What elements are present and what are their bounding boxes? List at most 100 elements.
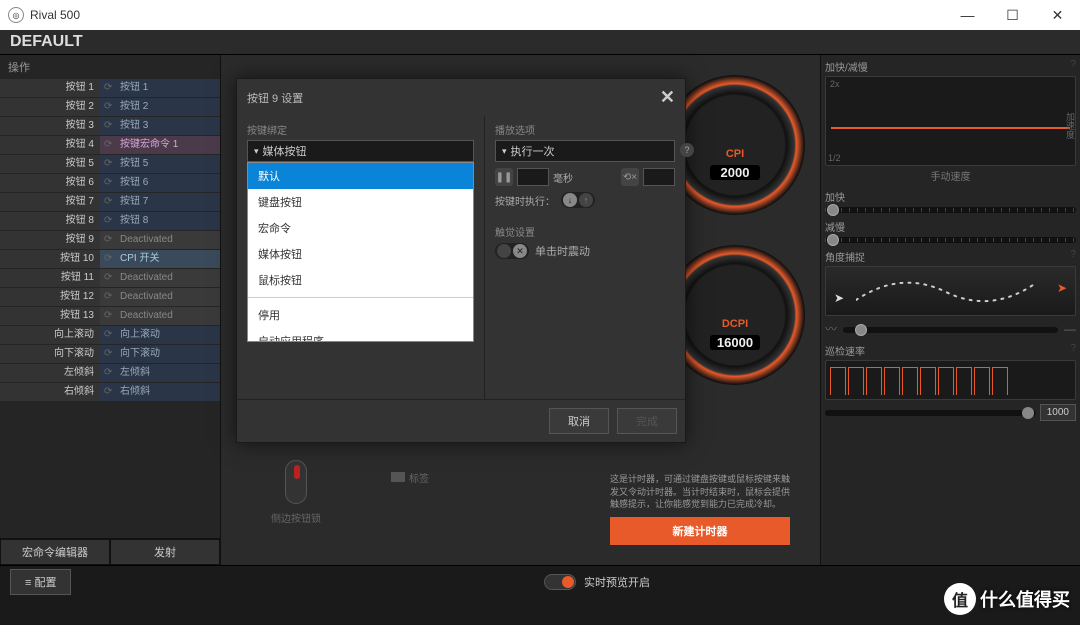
pause-icon[interactable]: ❚❚ — [495, 168, 513, 186]
button-label: 按钮 10 — [0, 250, 100, 268]
button-binding[interactable]: Deactivated — [100, 288, 220, 306]
profile-name: DEFAULT — [10, 33, 83, 51]
macro-editor-button[interactable]: 宏命令编辑器 — [0, 539, 110, 565]
button-binding[interactable]: 按键宏命令 1 — [100, 136, 220, 154]
button-binding[interactable]: 按钮 2 — [100, 98, 220, 116]
button-row: 按钮 3按钮 3 — [0, 117, 220, 135]
side-button-lock: 侧边按钮锁 — [271, 460, 321, 525]
button-label: 向上滚动 — [0, 326, 100, 344]
angle-snap-box[interactable]: ➤ ➤ — [825, 266, 1076, 316]
done-button[interactable]: 完成 — [617, 408, 677, 434]
button-label: 按钮 13 — [0, 307, 100, 325]
haptic-label: 触觉设置 — [495, 224, 675, 239]
button-binding[interactable]: 左倾斜 — [100, 364, 220, 382]
playback-combo[interactable]: 执行一次 — [495, 140, 675, 162]
slower-slider[interactable] — [825, 237, 1076, 243]
button-row: 按钮 6按钮 6 — [0, 174, 220, 192]
haptic-toggle[interactable]: ✕ — [495, 243, 529, 259]
poll-title: 巡检速率 — [825, 343, 865, 358]
binding-combo[interactable]: 媒体按钮 — [247, 140, 474, 162]
window-close[interactable]: ✕ — [1035, 0, 1080, 30]
button-row: 按钮 8按钮 8 — [0, 212, 220, 230]
dcpi-gauge[interactable]: DCPI 16000 — [665, 245, 805, 385]
button-binding[interactable]: Deactivated — [100, 269, 220, 287]
faster-label: 加快 — [825, 189, 1076, 204]
button-label: 按钮 6 — [0, 174, 100, 192]
button-label: 按钮 11 — [0, 269, 100, 287]
exec-on-press-toggle[interactable]: ↓↑ — [561, 192, 595, 208]
button-label: 按钮 9 — [0, 231, 100, 249]
button-binding[interactable]: 按钮 8 — [100, 212, 220, 230]
button-settings-dialog: 按钮 9 设置 ✕ 按键绑定 媒体按钮 默认键盘按钮宏命令媒体按钮鼠标按钮停用启… — [236, 78, 686, 443]
button-label: 按钮 5 — [0, 155, 100, 173]
button-row: 向上滚动向上滚动 — [0, 326, 220, 344]
button-row: 按钮 7按钮 7 — [0, 193, 220, 211]
delay-input[interactable] — [517, 168, 549, 186]
button-row: 按钮 4按键宏命令 1 — [0, 136, 220, 154]
accel-graph[interactable]: 2x 加速度 1/2 — [825, 76, 1076, 166]
button-binding[interactable]: Deactivated — [100, 231, 220, 249]
bottom-bar: ≡ 配置 实时预览开启 — [0, 565, 1080, 597]
timer-description: 这是计时器，可通过键盘按键或鼠标按键来触发又令动计时器。当计时结束时，鼠标会提供… — [610, 473, 790, 511]
close-icon[interactable]: ✕ — [660, 87, 675, 108]
exec-label: 按键时执行： — [495, 193, 555, 208]
angle-slider[interactable] — [843, 327, 1058, 333]
button-row: 按钮 2按钮 2 — [0, 98, 220, 116]
window-maximize[interactable]: ☐ — [990, 0, 1035, 30]
button-binding[interactable]: CPI 开关 — [100, 250, 220, 268]
config-button[interactable]: ≡ 配置 — [10, 569, 71, 595]
button-binding[interactable]: 向下滚动 — [100, 345, 220, 363]
dropdown-item[interactable]: 默认 — [248, 163, 473, 189]
wave-icon: 〰 — [825, 320, 837, 337]
button-binding[interactable]: 按钮 6 — [100, 174, 220, 192]
dropdown-item[interactable]: 媒体按钮 — [248, 241, 473, 267]
button-label: 左倾斜 — [0, 364, 100, 382]
button-binding[interactable]: Deactivated — [100, 307, 220, 325]
repeat-input[interactable] — [643, 168, 675, 186]
button-binding[interactable]: 向上滚动 — [100, 326, 220, 344]
dropdown-item[interactable]: 宏命令 — [248, 215, 473, 241]
settings-panel: 加快/减慢? 2x 加速度 1/2 手动速度 加快 减慢 角度捕捉? ➤ ➤ — [820, 55, 1080, 565]
button-label: 按钮 2 — [0, 98, 100, 116]
button-row: 左倾斜左倾斜 — [0, 364, 220, 382]
slower-label: 减慢 — [825, 219, 1076, 234]
button-label: 按钮 8 — [0, 212, 100, 230]
repeat-icon[interactable]: ⟲× — [621, 168, 639, 186]
button-label: 向下滚动 — [0, 345, 100, 363]
button-label: 按钮 4 — [0, 136, 100, 154]
cursor-icon: ➤ — [834, 291, 844, 305]
launch-button[interactable]: 发射 — [110, 539, 220, 565]
playback-label: 播放选项 — [495, 122, 675, 137]
button-binding[interactable]: 按钮 3 — [100, 117, 220, 135]
button-binding[interactable]: 按钮 7 — [100, 193, 220, 211]
cursor-icon: ➤ — [1057, 281, 1067, 295]
help-icon[interactable]: ? — [1070, 343, 1076, 358]
dropdown-item[interactable]: 键盘按钮 — [248, 189, 473, 215]
polling-rate-slider[interactable] — [825, 410, 1036, 416]
dropdown-item[interactable]: 启动应用程序 — [248, 328, 473, 342]
window-titlebar: ◎ Rival 500 — ☐ ✕ — [0, 0, 1080, 30]
polling-rate-graph — [825, 360, 1076, 400]
help-icon[interactable]: ? — [1070, 59, 1076, 74]
timer-panel: 这是计时器，可通过键盘按键或鼠标按键来触发又令动计时器。当计时结束时，鼠标会提供… — [610, 473, 790, 545]
button-binding[interactable]: 右倾斜 — [100, 383, 220, 401]
haptic-value: 单击时震动 — [535, 243, 590, 259]
polling-rate-value: 1000 — [1040, 404, 1076, 421]
button-binding[interactable]: 按钮 5 — [100, 155, 220, 173]
button-row: 按钮 11Deactivated — [0, 269, 220, 287]
button-binding[interactable]: 按钮 1 — [100, 79, 220, 97]
live-preview-toggle[interactable]: 实时预览开启 — [544, 574, 650, 590]
button-label: 按钮 3 — [0, 117, 100, 135]
faster-slider[interactable] — [825, 207, 1076, 213]
window-minimize[interactable]: — — [945, 0, 990, 30]
actions-panel: 操作 按钮 1按钮 1按钮 2按钮 2按钮 3按钮 3按钮 4按键宏命令 1按钮… — [0, 55, 221, 565]
dropdown-item[interactable]: 停用 — [248, 302, 473, 328]
binding-label: 按键绑定 — [247, 122, 474, 137]
help-icon[interactable]: ? — [1070, 249, 1076, 264]
angle-title: 角度捕捉 — [825, 249, 865, 264]
button-label: 按钮 1 — [0, 79, 100, 97]
button-row: 按钮 9Deactivated — [0, 231, 220, 249]
cancel-button[interactable]: 取消 — [549, 408, 609, 434]
dropdown-item[interactable]: 鼠标按钮 — [248, 267, 473, 293]
new-timer-button[interactable]: 新建计时器 — [610, 517, 790, 545]
